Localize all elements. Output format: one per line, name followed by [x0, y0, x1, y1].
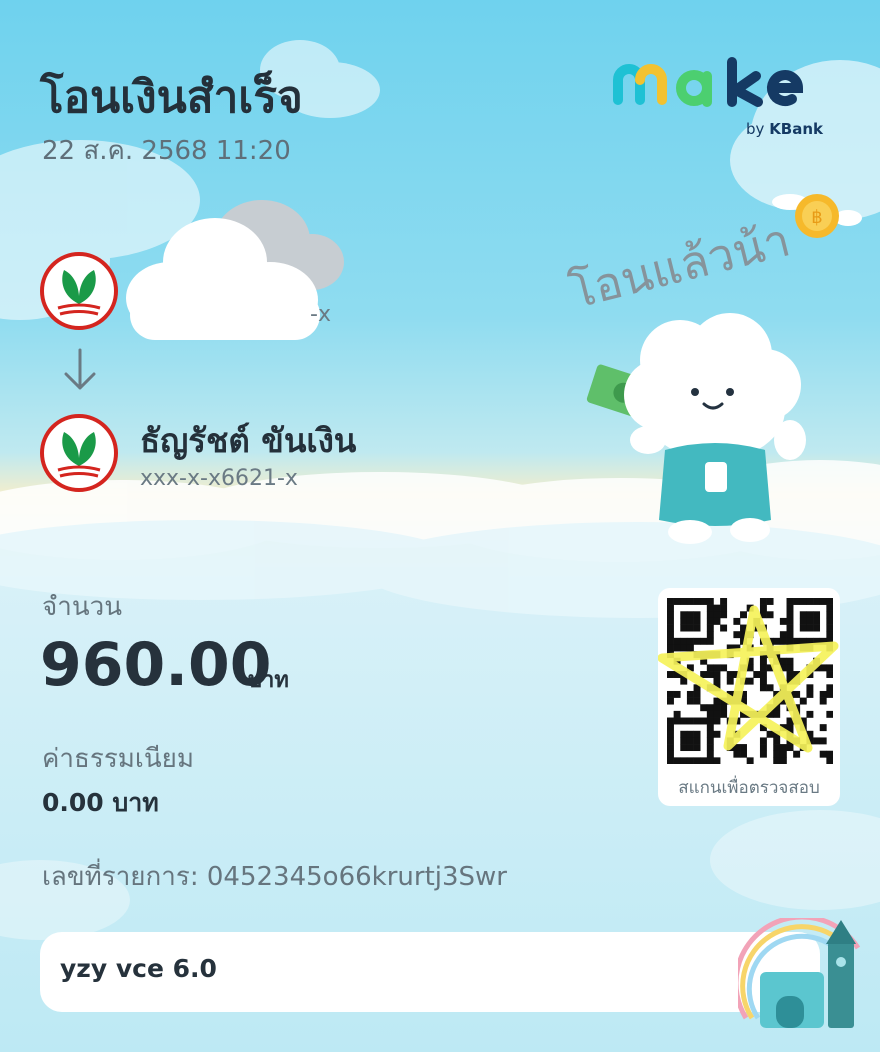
svg-text:฿: ฿: [811, 207, 822, 228]
amount-label: จำนวน: [42, 592, 122, 622]
transaction-id-row: เลขที่รายการ: 0452345o66krurtj3Swr: [42, 856, 507, 897]
memo-text: yzy vce 6.0: [60, 954, 217, 983]
receiver-account-number: xxx-x-x6621-x: [140, 466, 298, 491]
sender-bank-logo: [40, 252, 118, 330]
receiver-bank-logo: [40, 414, 118, 492]
cloud-mascot-illustration: [586, 313, 806, 544]
brand-bank-name: KBank: [769, 120, 824, 138]
page-title: โอนเงินสำเร็จ: [40, 72, 303, 123]
amount-value: 960.00: [40, 630, 272, 700]
kbank-logo-icon: [57, 270, 101, 316]
amount-unit: บาท: [248, 668, 289, 693]
fee-value: 0.00 บาท: [42, 788, 159, 817]
transfer-datetime: 22 ส.ค. 2568 11:20: [42, 136, 291, 166]
brand-by-label: by: [746, 120, 765, 138]
star-scribble-overlay: [658, 605, 839, 753]
qr-caption: สแกนเพื่อตรวจสอบ: [678, 778, 820, 798]
make-by-kbank-logo: by KBank: [612, 56, 844, 146]
fee-label: ค่าธรรมเนียม: [42, 744, 194, 774]
castle-illustration: [738, 918, 861, 1028]
transaction-id-value: 0452345o66krurtj3Swr: [206, 862, 507, 892]
memo-field: yzy vce 6.0: [40, 932, 820, 1012]
transaction-id-label: เลขที่รายการ:: [42, 862, 199, 892]
kbank-logo-icon: [57, 432, 101, 478]
arrow-down-icon: [64, 348, 96, 390]
receiver-name: ธัญรัชต์ ขันเงิน: [140, 421, 357, 460]
sender-account-number: -x: [310, 302, 331, 327]
qr-verification-card[interactable]: สแกนเพื่อตรวจสอบ: [658, 588, 840, 806]
